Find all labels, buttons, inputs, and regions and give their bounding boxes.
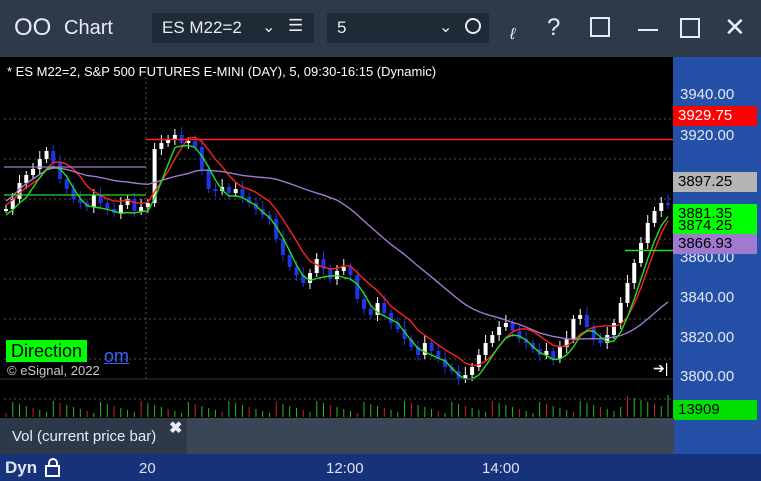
volume-panel-bg [187, 418, 674, 454]
candle-body [659, 203, 664, 211]
candle-body [571, 319, 576, 339]
price-scale[interactable]: 3940.00 3920.00 3860.00 3840.00 3820.00 … [673, 57, 761, 455]
candle-body [510, 323, 515, 331]
volume-bars [5, 395, 669, 417]
price-tick: 3840.00 [680, 289, 735, 306]
candle-body [118, 205, 123, 213]
dynamic-mode-label[interactable]: Dyn [5, 458, 37, 478]
candle-body [186, 141, 191, 143]
red-level-label: 3929.75 [673, 106, 757, 126]
candle-body [139, 207, 144, 211]
help-icon[interactable]: ? [547, 14, 560, 42]
lock-icon[interactable] [44, 458, 60, 477]
candle-body [611, 323, 616, 335]
volume-study-label[interactable]: Vol (current price bar) ✖ [0, 418, 187, 454]
candle-body [470, 367, 475, 375]
candle-body [382, 303, 387, 313]
title-bar: OO Chart ES M22=2 ⌄ ☰ 5 ⌄ ℓ ? ✕ [0, 0, 761, 57]
candle-body [551, 351, 556, 359]
direction-badge[interactable]: Direction [6, 340, 88, 362]
green2-level-label: 3874.25 [673, 218, 757, 234]
copyright: © eSignal, 2022 [7, 363, 100, 378]
price-tick: 3800.00 [680, 368, 735, 385]
interval-dropdown[interactable]: 5 ⌄ [327, 13, 489, 43]
last-price-label: 3897.25 [673, 172, 757, 192]
candle-body [557, 347, 562, 359]
candle-body [44, 151, 49, 159]
candle-body [159, 143, 164, 149]
interval-value: 5 [337, 18, 347, 37]
candle-body [51, 151, 56, 163]
time-axis[interactable]: Dyn 20 12:00 14:00 [0, 454, 761, 481]
candle-body [618, 303, 623, 323]
candle-body [172, 135, 177, 139]
chevron-down-icon[interactable]: ⌄ [262, 17, 275, 37]
close-icon[interactable]: ✕ [724, 12, 746, 43]
candle-body [314, 259, 319, 273]
candle-body [307, 273, 312, 283]
candle-body [233, 189, 238, 193]
chart-window: OO Chart ES M22=2 ⌄ ☰ 5 ⌄ ℓ ? ✕ * ES M22… [0, 0, 761, 481]
volume-value-label: 13909 [673, 400, 757, 420]
candle-body [652, 211, 657, 223]
candle-body [287, 255, 292, 267]
purple-level-label: 3866.93 [673, 234, 757, 254]
candle-body [328, 269, 333, 279]
volume-study-text: Vol (current price bar) [12, 428, 157, 445]
link-icon[interactable]: OO [14, 14, 51, 42]
candle-body [213, 189, 218, 191]
candle-body [105, 203, 110, 209]
candle-body [132, 199, 137, 211]
candle-body [632, 263, 637, 283]
time-tick: 20 [139, 460, 156, 477]
candle-body [31, 169, 36, 175]
candle-body [240, 189, 245, 197]
red-ma-line [5, 136, 669, 367]
time-tick: 12:00 [326, 460, 364, 477]
candle-body [368, 309, 373, 315]
minimize-icon[interactable] [638, 29, 658, 31]
candle-body [429, 343, 434, 351]
candle-body [666, 203, 670, 205]
scroll-to-end-icon[interactable]: ➔| [653, 360, 668, 377]
layout-icon[interactable] [590, 17, 610, 37]
chart-header: * ES M22=2, S&P 500 FUTURES E-MINI (DAY)… [7, 64, 437, 79]
symbol-dropdown[interactable]: ES M22=2 ⌄ ☰ [152, 13, 314, 43]
list-icon[interactable]: ☰ [288, 16, 303, 36]
candle-body [145, 203, 150, 207]
purple-ma-line [5, 167, 669, 340]
candle-body [64, 179, 69, 189]
candle-body [490, 335, 495, 343]
candle-body [362, 299, 367, 309]
candle-body [645, 223, 650, 243]
price-tick: 3940.00 [680, 86, 735, 103]
candle-body [625, 283, 630, 303]
candle-body [503, 323, 508, 327]
chevron-down-icon[interactable]: ⌄ [439, 17, 452, 37]
time-tick: 14:00 [482, 460, 520, 477]
candle-body [497, 327, 502, 335]
candle-body [91, 195, 96, 207]
candle-body [578, 315, 583, 319]
candle-body [584, 315, 589, 327]
draw-icon[interactable]: ℓ [510, 26, 515, 44]
candle-body [483, 343, 488, 355]
maximize-icon[interactable] [680, 18, 700, 38]
candle-body [4, 209, 8, 211]
clock-icon[interactable] [465, 18, 481, 34]
close-study-icon[interactable]: ✖ [169, 418, 182, 438]
window-title: Chart [64, 17, 113, 39]
direction-suffix: om [104, 346, 130, 366]
price-tick: 3920.00 [680, 127, 735, 144]
candle-body [206, 169, 211, 189]
symbol-value: ES M22=2 [162, 18, 242, 37]
candle-body [193, 141, 198, 147]
candle-body [389, 313, 394, 323]
candle-body [226, 187, 231, 193]
candle-body [341, 267, 346, 271]
price-tick: 3820.00 [680, 329, 735, 346]
candle-body [598, 339, 603, 343]
candle-body [517, 331, 522, 339]
candle-body [638, 243, 643, 263]
